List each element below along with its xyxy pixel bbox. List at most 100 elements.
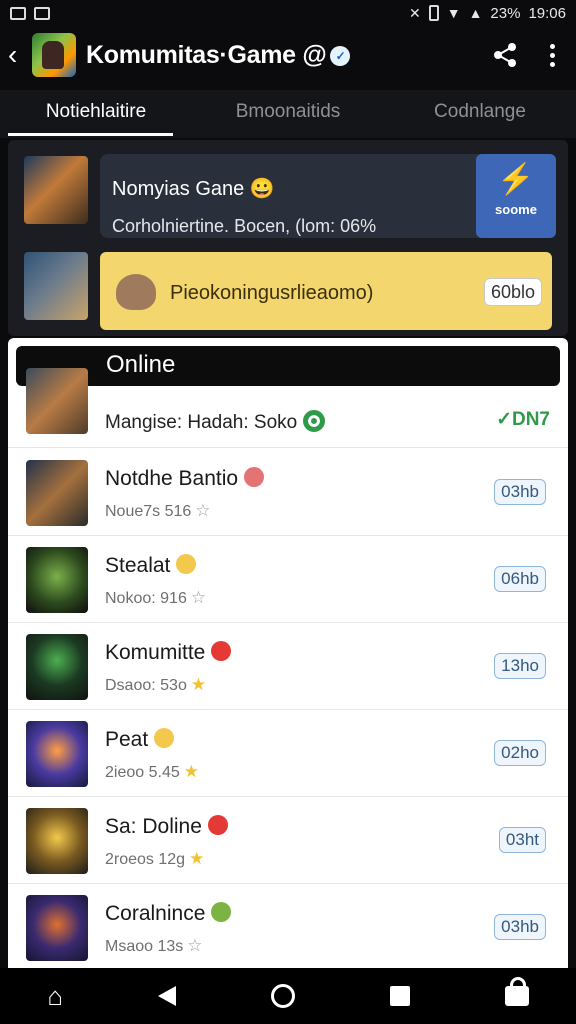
time-pill[interactable]: 13ho [494,653,546,679]
app-bar-actions [492,42,568,68]
member-meta: 2ieoo 5.45 [105,764,180,781]
featured-game-title-row: Nomyias Gane 😀 [112,176,275,201]
list-item[interactable]: Sa: Doline 2roeos 12g ★ 03ht [8,797,568,884]
time-pill[interactable]: 03ht [498,827,546,853]
member-name: Coralnince [105,902,206,925]
tab-third[interactable]: Codnlange [384,90,576,138]
featured-game-card[interactable]: Nomyias Gane 😀 Corholniertine. Bocen, (l… [100,154,556,238]
member-name-row: Komumitte [105,641,232,665]
featured-badge[interactable]: ⚡ soome [476,154,556,238]
check-icon: ✓ [496,409,512,430]
member-meta: Noue7s 516 [105,503,192,520]
highlight-text: Pieokoningusrlieaomo) [170,282,374,304]
recents-icon[interactable] [389,986,410,1006]
list-item[interactable]: Stealat Nokoo: 916 ☆ 06hb [8,536,568,623]
list-item[interactable]: Komumitte Dsaoo: 53o ★ 13ho [8,623,568,710]
time-pill[interactable]: 02ho [494,740,546,766]
member-status-row: Mangise: Hadah: Soko [105,410,326,434]
member-meta: Dsaoo: 53o [105,677,187,694]
verified-icon: ✓ [330,45,351,66]
member-meta-row: Msaoo 13s ☆ [105,936,203,956]
navigation-bar: ⌂ [0,968,576,1024]
emoji-icon [244,467,265,487]
online-status: DN7 [511,409,550,430]
list-item[interactable]: Peat 2ieoo 5.45 ★ 02ho [8,710,568,797]
avatar [116,274,156,310]
community-logo [32,33,76,77]
time-pill[interactable]: 03hb [494,914,546,940]
emoji-icon [211,902,232,922]
featured-badge-label: soome [495,202,537,217]
member-thumbnail [26,368,88,434]
share-icon[interactable] [492,42,518,68]
time-pill[interactable]: 06hb [494,566,546,592]
member-thumbnail [26,460,88,526]
home-circle-icon[interactable] [270,984,295,1008]
list-item[interactable]: Notdhe Bantio Noue7s 516 ☆ 03hb [8,449,568,536]
member-thumbnail [26,634,88,700]
member-name: Sa: Doline [105,815,202,838]
signal-icon: ▲ [468,5,483,21]
tab-notifications[interactable]: Notiehlaitire [0,90,192,138]
member-name-row: Sa: Doline [105,815,228,839]
member-name: Peat [105,728,149,751]
status-bar: ✕ ▼ ▲ 23% 19:06 [0,0,576,26]
member-meta-row: Noue7s 516 ☆ [105,501,211,521]
member-thumbnail [26,895,88,961]
status-left [10,6,50,20]
featured-panel: Nomyias Gane 😀 Corholniertine. Bocen, (l… [8,140,568,336]
photo-notification-icon [34,6,50,20]
app-bar: ‹ Komumitas·Game @ ✓ [0,26,576,84]
member-meta-row: Nokoo: 916 ☆ [105,588,206,608]
featured-game-title: Nomyias Gane [112,178,245,200]
lightning-icon: ⚡ [497,163,535,196]
member-status-text: Mangise: Hadah: Soko [105,412,298,433]
featured-game-thumbnail[interactable] [24,156,88,224]
title-suffix: @ [302,40,327,69]
member-name: Stealat [105,554,171,577]
member-name-row: Coralnince [105,902,232,926]
time-pill[interactable]: 03hb [494,479,546,505]
screen: ✕ ▼ ▲ 23% 19:06 ‹ Komumitas·Game @ ✓ Not… [0,0,576,1024]
status-right: ✕ ▼ ▲ 23% 19:06 [409,5,566,22]
member-name-row: Peat [105,728,175,752]
highlight-pill[interactable]: 60blo [483,278,542,306]
emoji-icon [154,728,175,748]
clock: 19:06 [528,4,566,22]
member-name: Notdhe Bantio [105,467,239,490]
member-meta: Nokoo: 916 [105,590,187,607]
online-list: Online Mangise: Hadah: Soko ✓DN7 Notdhe … [8,338,568,968]
smile-emoji-icon: 😀 [249,178,275,200]
tab-second[interactable]: Bmoonaitids [192,90,384,138]
member-meta-row: 2roeos 12g ★ [105,849,204,869]
back-icon[interactable]: ‹ [8,39,30,71]
list-item[interactable]: Mangise: Hadah: Soko ✓DN7 [8,338,568,448]
member-thumbnail [26,808,88,874]
battery-percent: 23% [490,4,521,22]
list-item[interactable]: Coralnince Msaoo 13s ☆ 03hb [8,884,568,968]
lock-icon[interactable] [504,977,529,1006]
star-icon: ★ [189,849,205,868]
star-icon: ☆ [190,588,207,607]
page-title-text: Komumitas·Game [86,40,296,69]
featured-game-subtitle: Corholniertine. Bocen, (lom: 06% [112,216,377,236]
featured-highlight-card[interactable]: Pieokoningusrlieaomo) 60blo [100,252,552,330]
home-icon[interactable]: ⌂ [47,981,63,1012]
member-meta-row: 2ieoo 5.45 ★ [105,762,199,782]
online-dot-icon [303,410,326,432]
member-thumbnail [26,547,88,613]
member-name: Komumitte [105,641,206,664]
emoji-icon [211,641,232,661]
back-nav-icon[interactable] [157,986,176,1006]
member-name-row: Notdhe Bantio [105,467,265,491]
featured-member-thumbnail[interactable] [24,252,88,320]
member-thumbnail [26,721,88,787]
star-icon: ★ [183,762,199,781]
tab-indicator [8,133,173,136]
member-meta: 2roeos 12g [105,851,186,868]
star-icon: ☆ [187,936,203,955]
more-options-icon[interactable] [548,43,556,67]
gallery-notification-icon [10,6,26,20]
member-meta: Msaoo 13s [105,938,184,955]
emoji-icon [176,554,197,574]
